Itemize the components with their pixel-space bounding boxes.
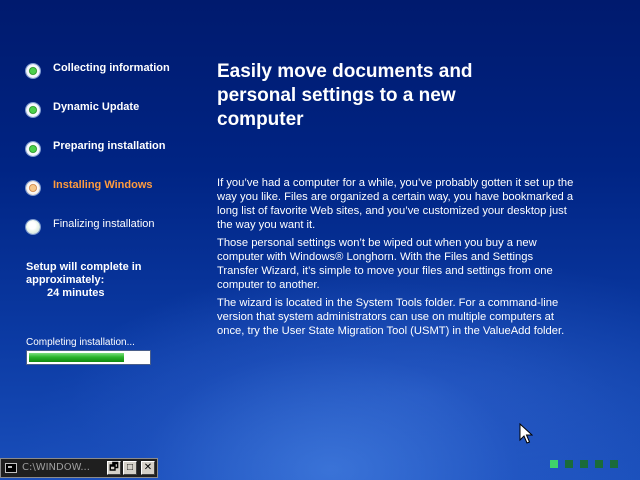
restore-button[interactable]: 🗗 [107, 461, 121, 475]
progress-bar [26, 350, 151, 365]
activity-dot [580, 460, 588, 468]
activity-dot [610, 460, 618, 468]
eta-line-2: approximately: [26, 274, 105, 286]
page-title: Easily move documents and personal setti… [217, 61, 473, 130]
step-preparing-installation: Preparing installation [24, 140, 174, 176]
step-label: Dynamic Update [53, 101, 140, 113]
body-paragraph-3: The wizard is located in the System Tool… [217, 297, 565, 337]
current-step-icon [26, 181, 40, 195]
completed-step-icon [26, 103, 40, 117]
taskbar-window-button[interactable]: C:\WINDOW... 🗗 □ ✕ [0, 458, 158, 478]
progress-fill [29, 353, 124, 362]
step-label: Finalizing installation [53, 218, 155, 230]
completed-step-icon [26, 64, 40, 78]
eta-line-1: Setup will complete in [26, 261, 142, 273]
setup-screen: Collecting information Dynamic Update Pr… [0, 0, 640, 480]
time-remaining: Setup will complete in approximately: 24… [26, 261, 142, 300]
completed-step-icon [26, 142, 40, 156]
eta-minutes: 24 minutes [47, 287, 105, 299]
body-paragraph-2: Those personal settings won’t be wiped o… [217, 237, 553, 291]
window-title: C:\WINDOW... [22, 462, 90, 473]
step-installing-windows: Installing Windows [24, 179, 174, 215]
close-button[interactable]: ✕ [141, 461, 155, 475]
progress-label: Completing installation... [26, 337, 135, 348]
activity-dot [565, 460, 573, 468]
step-collecting-information: Collecting information [24, 62, 174, 98]
step-label: Collecting information [53, 62, 170, 74]
mouse-cursor-icon [519, 423, 533, 444]
step-finalizing-installation: Finalizing installation [24, 218, 174, 254]
activity-dot [595, 460, 603, 468]
body-paragraph-1: If you’ve had a computer for a while, yo… [217, 177, 574, 231]
step-label: Preparing installation [53, 140, 166, 152]
command-prompt-icon [5, 463, 17, 473]
step-label: Installing Windows [53, 179, 153, 191]
maximize-button[interactable]: □ [123, 461, 137, 475]
pending-step-icon [26, 220, 40, 234]
activity-dot [550, 460, 558, 468]
step-dynamic-update: Dynamic Update [24, 101, 174, 137]
